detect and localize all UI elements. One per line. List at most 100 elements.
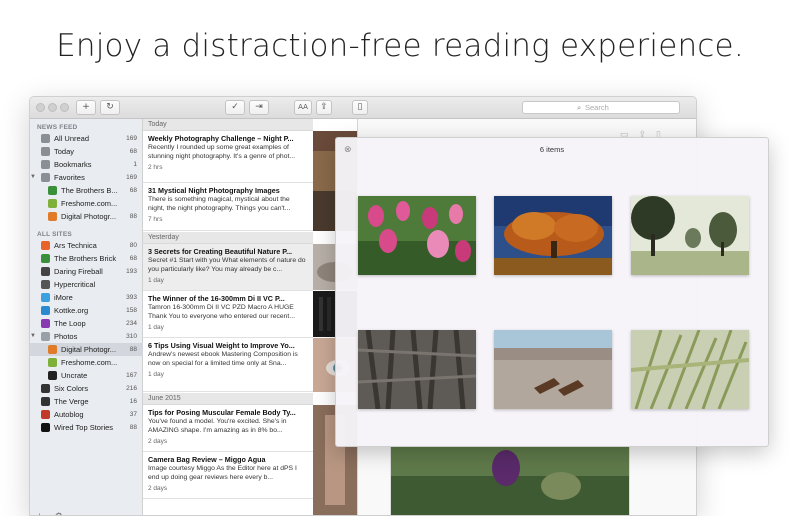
article-timestamp: 1 day [148, 324, 164, 331]
share-button[interactable]: ⇪ [316, 100, 332, 115]
star-icon [41, 173, 50, 182]
sidebar-item[interactable]: ▼ Photos 310 [30, 330, 143, 343]
folder-icon [41, 332, 50, 341]
unread-count: 80 [129, 242, 137, 249]
article-photo [390, 445, 630, 515]
six-colors-icon [41, 384, 50, 393]
article-timestamp: 2 days [148, 485, 168, 492]
freshome-icon [48, 199, 57, 208]
dps-icon [48, 345, 57, 354]
sidebar-item[interactable]: Freshome.com... [30, 197, 143, 210]
zoom-window-button[interactable] [60, 103, 69, 112]
sidebar-item-label: Favorites [54, 173, 85, 182]
sidebar-item[interactable]: Bookmarks 1 [30, 158, 143, 171]
sidebar-item-label: Kottke.org [54, 306, 89, 315]
refresh-button[interactable]: ↻ [100, 100, 120, 115]
article-timestamp: 7 hrs [148, 216, 163, 223]
sidebar-item-label: The Verge [54, 397, 89, 406]
sidebar-item[interactable]: The Brothers Brick 68 [30, 252, 143, 265]
calendar-icon [41, 147, 50, 156]
sidebar-item[interactable]: Hypercritical [30, 278, 143, 291]
sidebar-item[interactable]: ▼ Favorites 169 [30, 171, 143, 184]
article-item[interactable]: 6 Tips Using Visual Weight to Improve Yo… [143, 338, 313, 392]
gear-icon[interactable]: ⚙ [55, 511, 63, 515]
the-verge-icon [41, 397, 50, 406]
unread-count: 169 [126, 135, 137, 142]
sidebar-item[interactable]: Wired Top Stories 88 [30, 421, 143, 434]
freshome-icon [48, 358, 57, 367]
sidebar-footer: + ⚙ [37, 511, 63, 515]
mark-read-button[interactable]: ✓ [225, 100, 245, 115]
article-excerpt: There is something magical, mystical abo… [148, 196, 291, 212]
article-timestamp: 1 day [148, 371, 164, 378]
disclosure-triangle-icon[interactable]: ▼ [30, 171, 36, 184]
sidebar: NEWS FEED All Unread 169 Today 68 Bookmarks 1… [30, 119, 143, 515]
park-trees-photo[interactable] [631, 196, 749, 275]
article-item[interactable]: Tips for Posing Muscular Female Body Ty.… [143, 405, 313, 452]
sidebar-item[interactable]: Six Colors 216 [30, 382, 143, 395]
sidebar-item-label: Hypercritical [54, 280, 96, 289]
article-title: 3 Secrets for Creating Beautiful Nature … [148, 247, 293, 256]
sidebar-item-label: The Loop [54, 319, 86, 328]
image-gallery-popover: ⊗ 6 items [335, 137, 769, 447]
sidebar-item-label: Freshome.com... [61, 358, 118, 367]
add-feed-button[interactable]: + [76, 100, 96, 115]
sidebar-item-label: Digital Photogr... [61, 345, 117, 354]
sidebar-item-label: All Unread [54, 134, 90, 143]
sidebar-item[interactable]: The Brothers B... 68 [30, 184, 143, 197]
close-window-button[interactable] [36, 103, 45, 112]
article-item[interactable]: Camera Bag Review – Miggo Agua Image cour… [143, 452, 313, 499]
group-header-yesterday: Yesterday [143, 232, 313, 244]
ars-technica-icon [41, 241, 50, 250]
sidebar-item[interactable]: Digital Photogr... 88 [30, 343, 143, 356]
article-item[interactable]: The Winner of the 16-300mm Di II VC P...… [143, 291, 313, 338]
sidebar-item[interactable]: Today 68 [30, 145, 143, 158]
article-item[interactable]: Weekly Photography Challenge – Night P..… [143, 131, 313, 183]
unread-count: 310 [126, 333, 137, 340]
bookmark-button[interactable]: ▯ [352, 100, 368, 115]
sidebar-item[interactable]: Freshome.com... [30, 356, 143, 369]
article-timestamp: 2 days [148, 438, 168, 445]
sidebar-item[interactable]: The Verge 16 [30, 395, 143, 408]
unread-count: 88 [129, 213, 137, 220]
sidebar-item[interactable]: Uncrate 167 [30, 369, 143, 382]
headline: Enjoy a distraction-free reading experie… [56, 28, 744, 64]
sidebar-item[interactable]: Daring Fireball 193 [30, 265, 143, 278]
sidebar-item[interactable]: All Unread 169 [30, 132, 143, 145]
daring-fireball-icon [41, 267, 50, 276]
sidebar-item[interactable]: Kottke.org 158 [30, 304, 143, 317]
search-input[interactable]: ⌕ Search [522, 101, 680, 114]
bookmark-icon [41, 160, 50, 169]
article-timestamp: 1 day [148, 277, 164, 284]
disclosure-triangle-icon[interactable]: ▼ [30, 330, 36, 343]
beach-feet-photo[interactable] [494, 330, 612, 409]
article-timestamp: 2 hrs [148, 164, 163, 171]
next-unread-button[interactable]: ⇥ [249, 100, 269, 115]
sidebar-item[interactable]: The Loop 234 [30, 317, 143, 330]
article-excerpt: Tamron 16-300mm Di II VC PZD Macro A HUG… [148, 304, 295, 320]
sidebar-item[interactable]: Digital Photogr... 88 [30, 210, 143, 223]
brothers-brick-icon [48, 186, 57, 195]
sidebar-item[interactable]: iMore 393 [30, 291, 143, 304]
article-item[interactable]: 31 Mystical Night Photography Images Ther… [143, 183, 313, 231]
article-excerpt: You've found a model. You're excited. Sh… [148, 418, 287, 434]
sidebar-item-label: Today [54, 147, 75, 156]
imore-icon [41, 293, 50, 302]
unread-count: 88 [129, 346, 137, 353]
sidebar-item-label: Freshome.com... [61, 199, 118, 208]
autumn-tree-photo[interactable] [494, 196, 612, 275]
font-size-button[interactable]: AA [294, 100, 312, 115]
group-header-today: Today [143, 119, 313, 131]
sidebar-item[interactable]: Autoblog 37 [30, 408, 143, 421]
article-item[interactable]: 3 Secrets for Creating Beautiful Nature … [143, 244, 313, 291]
wheat-field-photo[interactable] [631, 330, 749, 409]
minimize-window-button[interactable] [48, 103, 57, 112]
add-button[interactable]: + [37, 511, 42, 515]
tree-bark-photo[interactable] [358, 330, 476, 409]
tulips-photo[interactable] [358, 196, 476, 275]
sidebar-item[interactable]: Ars Technica 80 [30, 239, 143, 252]
unread-count: 16 [129, 398, 137, 405]
brothers-brick-icon [41, 254, 50, 263]
article-excerpt: Secret #1 Start with you What elements o… [148, 257, 306, 273]
unread-count: 234 [126, 320, 137, 327]
